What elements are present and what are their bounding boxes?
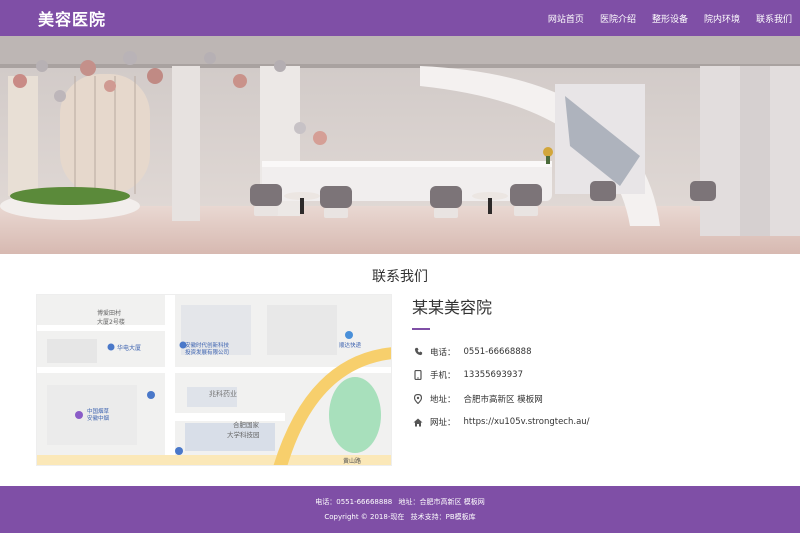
map-label-4: 安徽时代创新科技 — [185, 341, 230, 349]
address-row: 地址： 合肥市高新区 模板网 — [412, 387, 772, 411]
nav-equipment[interactable]: 整形设备 — [652, 12, 688, 25]
map-label-12: 黄山路 — [343, 457, 361, 465]
phone-value[interactable]: 0551-66668888 — [464, 347, 532, 357]
website-row: 网址： https://xu105v.strongtech.au/ — [412, 411, 772, 435]
map-label-6: 顺达快递 — [339, 341, 362, 349]
address-value: 合肥市高新区 模板网 — [463, 394, 543, 405]
website-label: 网址： — [430, 418, 456, 429]
site-logo[interactable]: 美容医院 — [38, 6, 106, 30]
website-link[interactable]: https://xu105v.strongtech.au/ — [464, 417, 590, 427]
map-label-1: 博爱田村 — [97, 309, 121, 317]
mobile-label: 手机： — [430, 371, 456, 382]
main-nav: 网站首页 医院介绍 整形设备 院内环境 联系我们 — [532, 0, 792, 36]
title-underline — [412, 328, 430, 330]
phone-label: 电话： — [430, 347, 456, 358]
map-label-9: 安徽中烟 — [87, 414, 110, 422]
address-label: 地址： — [430, 394, 456, 405]
site-header: 美容医院 网站首页 医院介绍 整形设备 院内环境 联系我们 — [0, 0, 800, 36]
nav-environment[interactable]: 院内环境 — [704, 12, 740, 25]
home-icon — [412, 416, 424, 428]
mobile-value[interactable]: 13355693937 — [464, 370, 524, 380]
footer-support[interactable]: 技术支持：PB模板库 — [411, 513, 476, 521]
map-label-7: 兆科药业 — [209, 389, 237, 398]
nav-home[interactable]: 网站首页 — [548, 12, 584, 25]
map-label-5: 投资发展有限公司 — [185, 348, 229, 356]
mobile-row: 手机： 13355693937 — [412, 364, 772, 388]
footer-phone: 电话：0551-66668888 — [315, 498, 393, 506]
phone-icon — [412, 346, 424, 358]
map-label-8: 中国烟草 — [87, 407, 110, 415]
site-footer: 电话：0551-66668888 地址：合肥市高新区 模板网 Copyright… — [0, 486, 800, 533]
map-label-3: 华电大厦 — [117, 344, 141, 352]
footer-address: 地址：合肥市高新区 模板网 — [398, 498, 485, 506]
map-label-11: 大学科技园 — [227, 430, 260, 439]
nav-contact[interactable]: 联系我们 — [756, 12, 792, 25]
footer-copyright: Copyright © 2018-现在 — [324, 513, 405, 521]
map-label-2: 大厦2号楼 — [97, 318, 125, 326]
location-icon — [412, 393, 424, 405]
location-map[interactable]: 博爱田村 大厦2号楼 华电大厦 安徽时代创新科技 投资发展有限公司 顺达快递 兆… — [36, 294, 392, 466]
nav-about[interactable]: 医院介绍 — [600, 12, 636, 25]
section-title: 联系我们 — [372, 269, 428, 285]
company-name: 某某美容院 — [412, 298, 493, 317]
mobile-icon — [412, 369, 424, 381]
banner-image — [0, 36, 800, 254]
phone-row: 电话： 0551-66668888 — [412, 340, 772, 364]
map-label-10: 合肥国家 — [233, 420, 260, 429]
contact-info: 某某美容院 电话： 0551-66668888 手机： 13355693937 … — [412, 294, 772, 434]
